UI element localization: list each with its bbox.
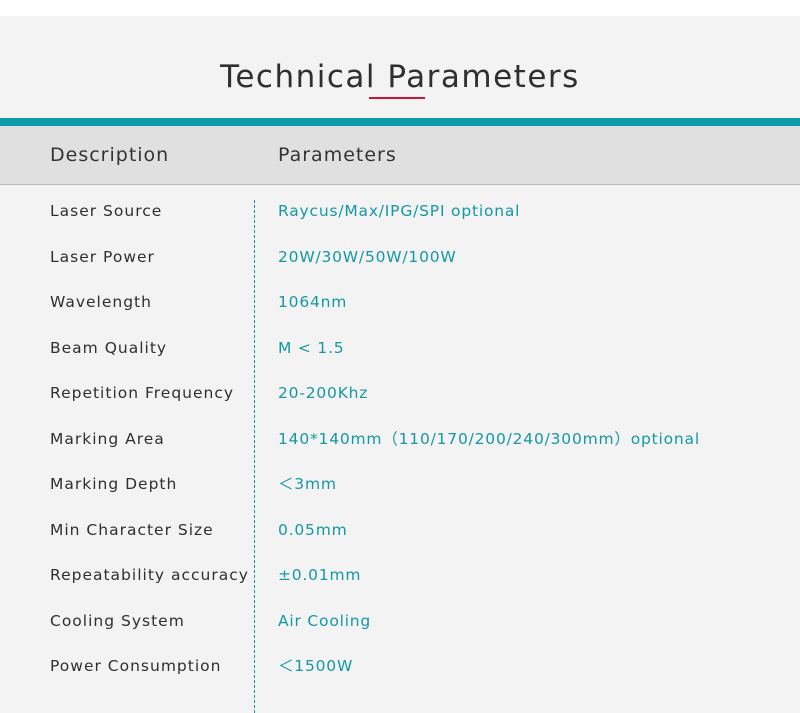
row-parameter: 20-200Khz bbox=[278, 384, 369, 402]
row-description: Wavelength bbox=[50, 293, 152, 311]
table-row: Wavelength 1064nm bbox=[0, 280, 800, 326]
table-row: Repetition Frequency 20-200Khz bbox=[0, 371, 800, 417]
row-parameter: ＜1500W bbox=[278, 657, 354, 675]
table-row: Repeatability accuracy ±0.01mm bbox=[0, 553, 800, 599]
row-description: Repetition Frequency bbox=[50, 384, 235, 402]
table-row: Power Consumption ＜1500W bbox=[0, 644, 800, 690]
table-top-accent-bar bbox=[0, 118, 800, 126]
row-parameter: 20W/30W/50W/100W bbox=[278, 247, 457, 266]
row-parameter: M < 1.5 bbox=[278, 338, 345, 357]
header-description: Description bbox=[50, 144, 170, 166]
table-body: Laser Source Raycus/Max/IPG/SPI optional… bbox=[0, 189, 800, 690]
table-row: Cooling System Air Cooling bbox=[0, 599, 800, 645]
row-description: Marking Area bbox=[50, 429, 165, 448]
row-parameter: 140*140mm（110/170/200/240/300mm）optional bbox=[278, 429, 700, 448]
row-parameter: Air Cooling bbox=[278, 611, 372, 630]
table-row: Beam Quality M < 1.5 bbox=[0, 326, 800, 372]
title-underline bbox=[369, 97, 425, 99]
row-description: Laser Power bbox=[50, 247, 155, 266]
table-row: Marking Area 140*140mm（110/170/200/240/3… bbox=[0, 417, 800, 463]
row-description: Laser Source bbox=[50, 202, 163, 220]
table-row: Laser Source Raycus/Max/IPG/SPI optional bbox=[0, 189, 800, 235]
row-description: Min Character Size bbox=[50, 520, 214, 539]
row-parameter: Raycus/Max/IPG/SPI optional bbox=[278, 202, 521, 220]
table-header-row: Description Parameters bbox=[0, 126, 800, 185]
table-row: Marking Depth ＜3mm bbox=[0, 462, 800, 508]
table-row: Min Character Size 0.05mm bbox=[0, 508, 800, 554]
row-description: Power Consumption bbox=[50, 657, 222, 675]
row-description: Repeatability accuracy bbox=[50, 566, 249, 584]
row-description: Beam Quality bbox=[50, 338, 168, 357]
row-parameter: 0.05mm bbox=[278, 520, 348, 539]
row-parameter: ±0.01mm bbox=[278, 566, 362, 584]
row-description: Marking Depth bbox=[50, 475, 178, 493]
page-title: Technical Parameters bbox=[220, 58, 580, 95]
row-parameter: 1064nm bbox=[278, 293, 348, 311]
row-parameter: ＜3mm bbox=[278, 475, 337, 493]
table-row: Laser Power 20W/30W/50W/100W bbox=[0, 235, 800, 281]
row-description: Cooling System bbox=[50, 611, 185, 630]
header-parameters: Parameters bbox=[278, 144, 397, 166]
